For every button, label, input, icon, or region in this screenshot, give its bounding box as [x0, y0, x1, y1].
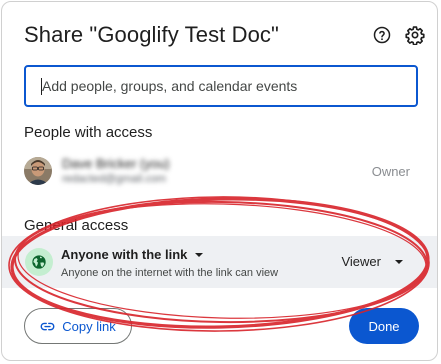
role-dropdown[interactable]: Viewer — [341, 254, 403, 269]
copy-link-label: Copy link — [62, 318, 116, 334]
person-email: redacted@gmail.com — [62, 173, 167, 185]
general-access-description: Anyone on the internet with the link can… — [61, 267, 279, 279]
copy-link-button[interactable]: Copy link — [24, 308, 132, 344]
avatar — [24, 157, 52, 185]
share-dialog: Share "Googlify Test Doc" People with ac… — [1, 1, 438, 361]
general-access-row: Anyone with the link Anyone on the inter… — [2, 236, 437, 288]
add-people-input[interactable] — [42, 78, 402, 94]
people-with-access-heading: People with access — [24, 124, 153, 141]
person-row: Dave Bricker (you) redacted@gmail.com Ow… — [24, 155, 418, 189]
role-label: Viewer — [341, 254, 381, 269]
globe-icon — [25, 248, 53, 276]
gear-icon[interactable] — [404, 24, 426, 46]
help-circle-icon[interactable] — [371, 24, 393, 46]
dropdown-arrow-icon — [195, 252, 204, 257]
person-name: Dave Bricker (you) — [62, 156, 170, 171]
done-button[interactable]: Done — [349, 308, 419, 344]
dialog-title: Share "Googlify Test Doc" — [24, 22, 279, 47]
general-access-heading: General access — [24, 217, 129, 234]
text-caret — [41, 78, 42, 95]
general-access-dropdown[interactable]: Anyone with the link — [61, 247, 204, 262]
dropdown-arrow-icon — [395, 259, 403, 264]
person-role: Owner — [371, 164, 410, 179]
link-icon — [40, 319, 55, 334]
general-access-label: Anyone with the link — [61, 247, 188, 262]
add-people-search[interactable] — [24, 65, 418, 107]
